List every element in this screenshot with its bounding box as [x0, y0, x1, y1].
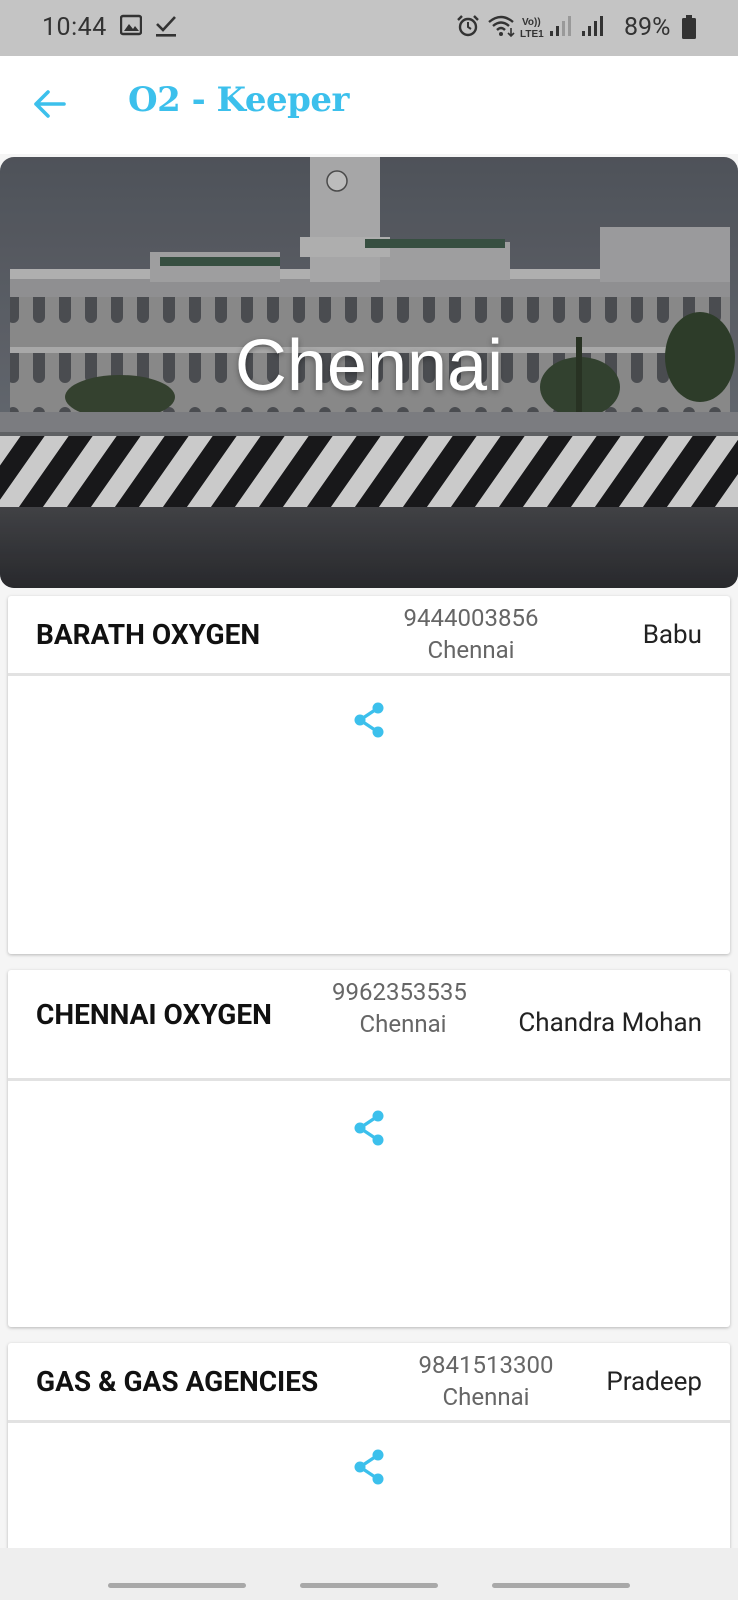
- city-name: Chennai: [234, 326, 504, 406]
- supplier-phone[interactable]: 9841513300: [386, 1349, 586, 1381]
- supplier-card-header: CHENNAI OXYGEN 9962353535 Chennai Chandr…: [8, 970, 730, 1081]
- supplier-card-header: BARATH OXYGEN 9444003856 Chennai Babu: [8, 596, 730, 676]
- supplier-card-header: GAS & GAS AGENCIES 9841513300 Chennai Pr…: [8, 1343, 730, 1423]
- city-hero-image: Chennai: [0, 157, 738, 588]
- share-icon[interactable]: [350, 1108, 388, 1148]
- share-icon[interactable]: [350, 700, 388, 740]
- supplier-city: Chennai: [442, 1383, 530, 1411]
- battery-percent: 89%: [624, 13, 671, 42]
- nav-pill-right[interactable]: [492, 1583, 630, 1588]
- nav-pill-left[interactable]: [108, 1583, 246, 1588]
- supplier-contact: Pradeep: [606, 1367, 702, 1397]
- alarm-icon: [457, 15, 479, 37]
- status-bar: 10:44 Vo)) LTE1 89%: [0, 0, 738, 56]
- supplier-name: GAS & GAS AGENCIES: [36, 1365, 319, 1398]
- supplier-contact: Babu: [642, 620, 702, 650]
- share-icon[interactable]: [350, 1447, 388, 1487]
- supplier-card[interactable]: CHENNAI OXYGEN 9962353535 Chennai Chandr…: [8, 970, 730, 1327]
- system-nav-bar: [0, 1548, 738, 1600]
- supplier-phone[interactable]: 9444003856: [371, 602, 571, 634]
- supplier-contact: Chandra Mohan: [518, 1008, 702, 1038]
- check-icon: [156, 16, 176, 37]
- volte-icon: Vo)) LTE1: [520, 17, 544, 40]
- wifi-icon: [488, 15, 515, 38]
- supplier-name: CHENNAI OXYGEN: [36, 998, 272, 1031]
- supplier-phone-city: 9444003856 Chennai: [371, 602, 571, 666]
- arrow-left-icon[interactable]: [30, 84, 70, 124]
- app-bar: O2 - Keeper: [0, 56, 738, 154]
- nav-pill-center[interactable]: [300, 1583, 438, 1588]
- supplier-phone-city: 9841513300 Chennai: [386, 1349, 586, 1413]
- svg-text:Vo)): Vo)): [522, 17, 541, 28]
- supplier-city: Chennai: [427, 636, 515, 664]
- supplier-phone[interactable]: 9962353535: [332, 976, 474, 1008]
- battery-icon: [682, 15, 696, 39]
- svg-text:LTE1: LTE1: [520, 29, 544, 40]
- supplier-city: Chennai: [359, 1010, 447, 1038]
- gallery-icon: [120, 14, 142, 36]
- supplier-phone-city: 9962353535 Chennai: [332, 976, 474, 1040]
- app-title: O2 - Keeper: [128, 80, 349, 120]
- status-time: 10:44: [42, 13, 107, 42]
- signal-icon: [550, 16, 571, 36]
- supplier-card[interactable]: BARATH OXYGEN 9444003856 Chennai Babu: [8, 596, 730, 954]
- supplier-name: BARATH OXYGEN: [36, 618, 261, 651]
- signal-icon: [582, 16, 603, 36]
- supplier-card[interactable]: GAS & GAS AGENCIES 9841513300 Chennai Pr…: [8, 1343, 730, 1573]
